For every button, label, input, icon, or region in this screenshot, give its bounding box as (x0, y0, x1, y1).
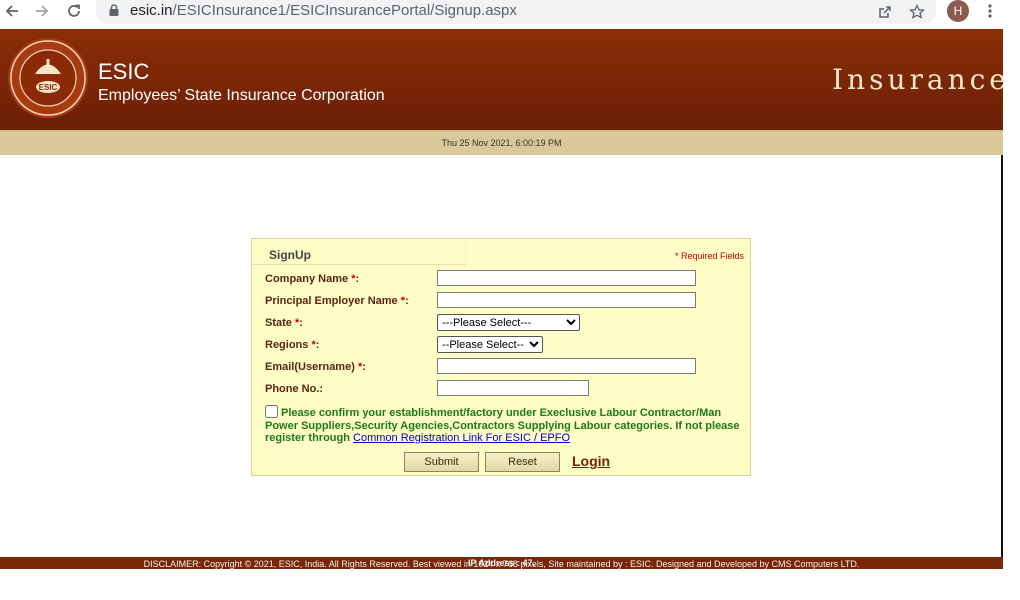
email-input[interactable] (437, 358, 696, 374)
footer-disclaimer: DISCLAIMER: Copyright © 2021, ESIC, Indi… (0, 557, 1003, 569)
phone-label: Phone No.: (265, 383, 324, 395)
state-label: State *: (265, 317, 303, 329)
browser-toolbar: esic.in/ESICInsurance1/ESICInsurancePort… (0, 0, 1020, 29)
share-icon[interactable] (874, 1, 896, 23)
forward-icon[interactable] (30, 0, 54, 22)
regions-label: Regions *: (265, 339, 320, 351)
profile-avatar[interactable]: H (947, 0, 969, 22)
regions-select[interactable]: --Please Select-- (437, 336, 543, 353)
confirm-checkbox[interactable] (265, 405, 278, 418)
confirmation-notice: Please confirm your establishment/factor… (265, 405, 740, 444)
brand-title: ESIC (98, 59, 150, 84)
date-bar: Thu 25 Nov 2021, 6:00:19 PM (0, 130, 1003, 155)
disclaimer-text: DISCLAIMER: Copyright © 2021, ESIC, Indi… (143, 558, 860, 569)
common-registration-link[interactable]: Common Registration Link For ESIC / EPFO (353, 432, 570, 444)
page: esic.in/ESICInsurance1/ESICInsurancePort… (0, 0, 1020, 600)
brand-subtitle: Employees’ State Insurance Corporation (98, 87, 385, 104)
signup-panel: SignUp * Required Fields Company Name *:… (251, 238, 751, 476)
more-menu-icon[interactable] (981, 0, 999, 22)
back-icon[interactable] (0, 0, 24, 22)
company-name-input[interactable] (437, 270, 696, 286)
signup-title: SignUp (269, 248, 311, 262)
required-fields-note: * Required Fields (674, 251, 744, 261)
principal-employer-input[interactable] (437, 292, 696, 308)
address-bar[interactable]: esic.in/ESICInsurance1/ESICInsurancePort… (96, 0, 936, 24)
reset-button[interactable]: Reset (485, 452, 560, 472)
panel-header: SignUp * Required Fields (252, 239, 750, 265)
lock-icon[interactable] (108, 3, 120, 22)
section-title: Insurance (832, 63, 1010, 96)
url-text: esic.in/ESICInsurance1/ESICInsurancePort… (130, 2, 517, 19)
principal-employer-label: Principal Employer Name *: (265, 295, 409, 307)
phone-input[interactable] (437, 380, 589, 396)
login-link[interactable]: Login (572, 453, 610, 469)
bookmark-star-icon[interactable] (906, 1, 928, 23)
esic-logo: ESIC (7, 37, 89, 119)
content-border (1001, 155, 1003, 557)
company-name-label: Company Name *: (265, 273, 360, 285)
reload-icon[interactable] (62, 0, 86, 22)
submit-button[interactable]: Submit (404, 452, 479, 472)
site-header: ESIC ESIC Employees’ State Insurance Cor… (0, 29, 1006, 130)
email-label: Email(Username) *: (265, 361, 366, 373)
state-select[interactable]: ---Please Select--- (437, 314, 580, 331)
current-datetime: Thu 25 Nov 2021, 6:00:19 PM (441, 138, 562, 148)
logo-text: ESIC (39, 83, 58, 92)
